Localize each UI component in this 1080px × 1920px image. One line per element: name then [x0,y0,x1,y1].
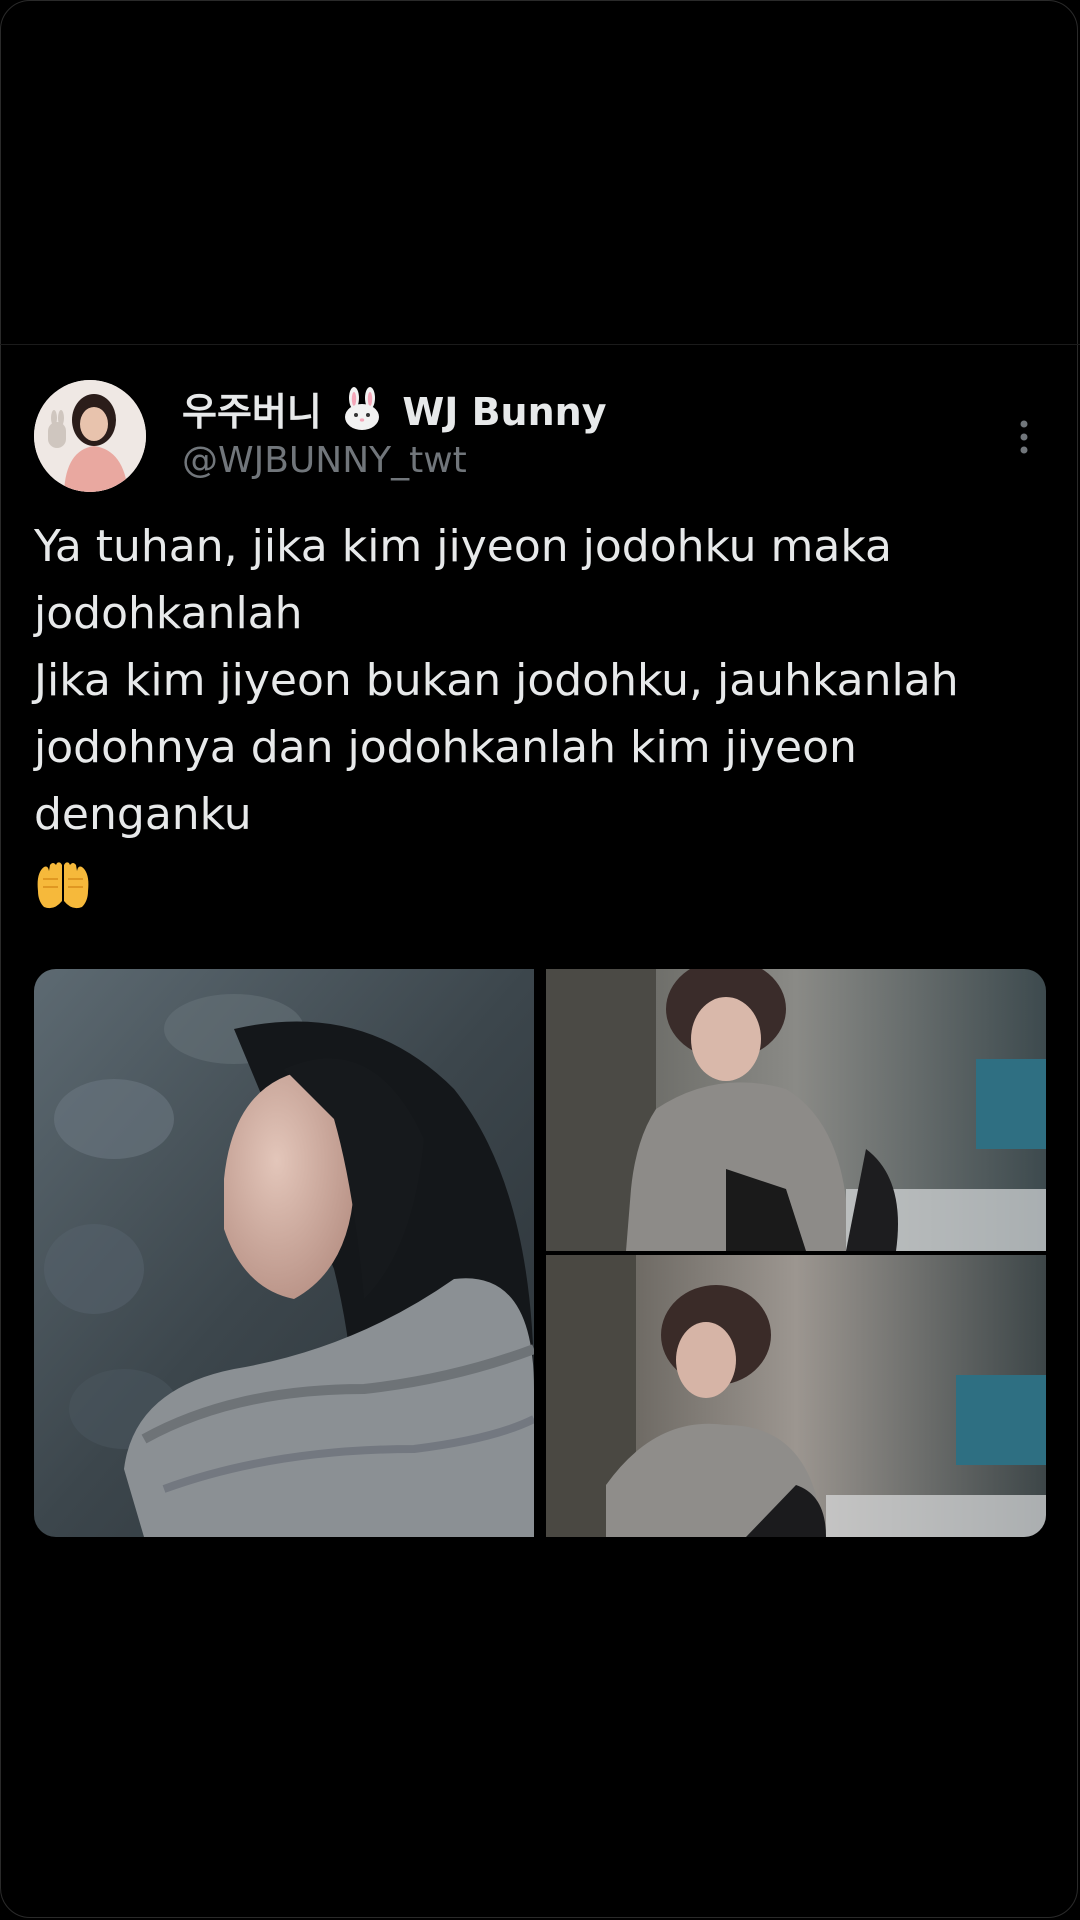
tweet-text: Ya tuhan, jika kim jiyeon jodohku maka j… [34,513,1044,848]
tweet-text-line: Jika kim jiyeon bukan jodohku, jauhkanla… [34,655,959,706]
tweet-text-line: jodohkanlah [34,588,303,639]
raised-hands-icon [34,861,92,917]
more-vertical-icon [1020,420,1028,454]
bunny-icon [341,387,383,441]
timeline-divider [0,344,1080,345]
tweet-text-line: Ya tuhan, jika kim jiyeon jodohku maka [34,521,892,572]
display-name-english: WJ Bunny [402,390,607,434]
media-photo[interactable] [546,969,1046,1251]
media-grid [34,969,1046,1537]
avatar[interactable] [34,380,146,492]
media-photo[interactable] [34,969,534,1537]
display-name[interactable]: 우주버니 WJ Bunny [182,387,607,441]
user-handle[interactable]: @WJBUNNY_twt [182,439,467,483]
tweet-text-line: denganku [34,789,252,840]
tweet-text-line: jodohnya dan jodohkanlah kim jiyeon [34,722,857,773]
screen-frame [0,0,1078,1918]
more-options-button[interactable] [1006,407,1042,467]
media-photo[interactable] [546,1255,1046,1537]
display-name-korean: 우주버니 [182,390,322,434]
